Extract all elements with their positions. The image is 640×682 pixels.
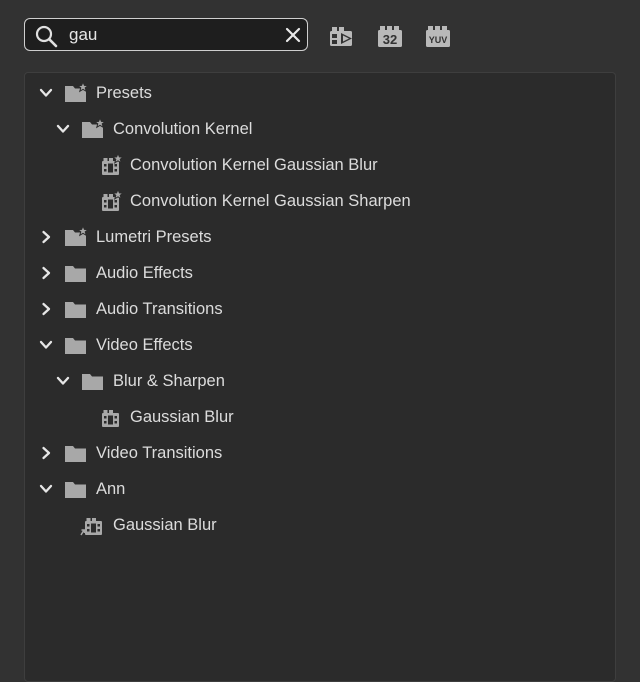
tree-item-convolution-kernel[interactable]: Convolution Kernel	[25, 114, 585, 144]
tree-item-ck-gaussian-sharpen[interactable]: Convolution Kernel Gaussian Sharpen	[25, 186, 585, 216]
32-bit-label: 32	[383, 32, 397, 47]
preset-folder-icon	[80, 116, 107, 141]
chevron-right-icon[interactable]	[39, 266, 53, 280]
yuv-icon: YUV	[426, 26, 450, 47]
accelerated-effects-icon	[330, 27, 352, 46]
tree-item-label: Video Transitions	[96, 444, 223, 462]
chevron-down-icon[interactable]	[39, 482, 53, 496]
yuv-label: YUV	[429, 35, 448, 45]
yuv-effects-button[interactable]: YUV	[424, 24, 454, 50]
folder-icon	[63, 477, 89, 501]
tree-item-ann[interactable]: Ann	[25, 474, 585, 504]
search-box	[24, 18, 308, 51]
effects-tree-panel: Presets Convolution Kernel Convolution Ker…	[24, 72, 616, 682]
preset-effect-icon	[97, 152, 125, 177]
effect-icon	[97, 405, 123, 429]
chevron-down-icon[interactable]	[56, 122, 70, 136]
tree-item-audio-effects[interactable]: Audio Effects	[25, 258, 585, 288]
tree-item-label: Blur & Sharpen	[113, 372, 225, 390]
preset-folder-icon	[63, 80, 90, 105]
preset-effect-icon	[97, 188, 125, 213]
32-bit-icon: 32	[378, 26, 402, 47]
tree-item-label: Audio Transitions	[96, 300, 223, 318]
tree-item-label: Gaussian Blur	[130, 408, 234, 426]
tree-item-label: Lumetri Presets	[96, 228, 212, 246]
folder-icon	[63, 333, 89, 357]
tree-item-blur-sharpen[interactable]: Blur & Sharpen	[25, 366, 585, 396]
folder-icon	[63, 441, 89, 465]
tree-item-label: Convolution Kernel Gaussian Sharpen	[130, 192, 411, 210]
tree-item-label: Audio Effects	[96, 264, 193, 282]
tree-item-ck-gaussian-blur[interactable]: Convolution Kernel Gaussian Blur	[25, 150, 585, 180]
chevron-down-icon[interactable]	[39, 86, 53, 100]
tree-item-audio-transitions[interactable]: Audio Transitions	[25, 294, 585, 324]
effect-shortcut-icon	[80, 513, 106, 537]
folder-icon	[63, 261, 89, 285]
search-icon	[35, 25, 58, 48]
tree-item-label: Gaussian Blur	[113, 516, 217, 534]
32-bit-effects-button[interactable]: 32	[376, 24, 406, 50]
effects-toolbar: 32 YUV	[0, 0, 640, 72]
tree-item-label: Presets	[96, 84, 152, 102]
chevron-right-icon[interactable]	[39, 230, 53, 244]
tree-item-video-effects[interactable]: Video Effects	[25, 330, 585, 360]
chevron-down-icon[interactable]	[56, 374, 70, 388]
tree-item-lumetri-presets[interactable]: Lumetri Presets	[25, 222, 585, 252]
folder-icon	[63, 297, 89, 321]
tree-item-video-transitions[interactable]: Video Transitions	[25, 438, 585, 468]
tree-item-ann-gaussian-blur[interactable]: Gaussian Blur	[25, 510, 585, 540]
tree-item-label: Video Effects	[96, 336, 193, 354]
tree-item-label: Convolution Kernel Gaussian Blur	[130, 156, 378, 174]
accelerated-effects-button[interactable]	[328, 24, 358, 50]
chevron-down-icon[interactable]	[39, 338, 53, 352]
tree-item-label: Convolution Kernel	[113, 120, 253, 138]
tree-item-presets[interactable]: Presets	[25, 78, 585, 108]
search-input[interactable]	[69, 23, 269, 47]
folder-icon	[80, 369, 106, 393]
chevron-right-icon[interactable]	[39, 302, 53, 316]
clear-search-icon[interactable]	[283, 25, 303, 45]
tree-item-label: Ann	[96, 480, 126, 498]
tree-item-gaussian-blur[interactable]: Gaussian Blur	[25, 402, 585, 432]
preset-folder-icon	[63, 224, 90, 249]
chevron-right-icon[interactable]	[39, 446, 53, 460]
